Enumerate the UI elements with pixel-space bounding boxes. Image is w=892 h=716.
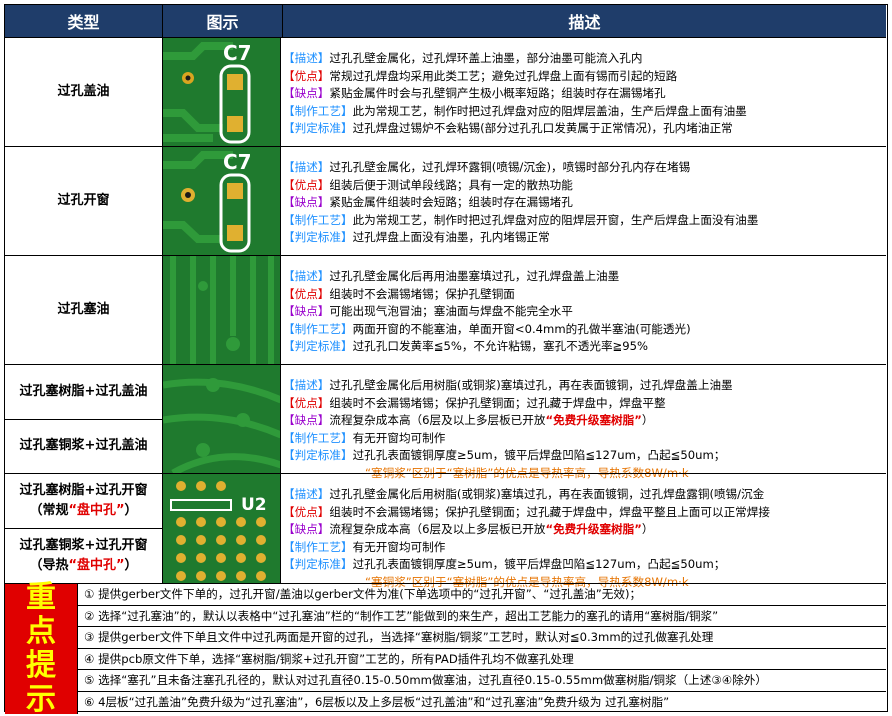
pcb-image-plug-oil (163, 256, 281, 364)
row-via-plug-oil: 过孔塞油 【描述】过孔孔壁金属化后再用油墨塞填过孔，过孔焊盘盖上油墨 【优点】组… (5, 255, 886, 364)
desc-via-plug-oil: 【描述】过孔孔壁金属化后再用油墨塞填过孔，过孔焊盘盖上油墨 【优点】组装时不会漏… (283, 269, 691, 353)
desc-via-open: 【描述】过孔孔壁金属化，过孔焊环露铜(喷锡/沉金)，喷锡时部分孔内存在堵锡 【优… (283, 160, 759, 244)
row-resin-tented: 过孔塞树脂+过孔盖油 过孔塞铜浆+过孔盖油 【描述】过孔孔壁金属化后用树脂(或铜… (5, 364, 886, 480)
smd-pad (227, 183, 243, 199)
silk-label: C7 (223, 41, 252, 65)
row-resin-open: 过孔塞树脂+过孔开窗 （常规“盘中孔”） 过孔塞铜浆+过孔开窗 （导热“盘中孔”… (5, 473, 886, 589)
note-line: ⑤ 选择“塞孔”且未备注塞孔孔径的，默认对过孔直径0.15-0.50mm做塞油，… (78, 670, 886, 692)
smd-pad (227, 225, 243, 241)
type-via-plug-oil: 过孔塞油 (5, 256, 163, 364)
row-via-open: 过孔开窗 C7 【描述】过孔孔壁金属化，过孔焊环露铜(喷锡/沉金)，喷锡时部分孔… (5, 146, 886, 255)
note-line: ④ 提供pcb原文件下单，选择“塞树脂/铜浆+过孔开窗”工艺的，所有PAD插件孔… (78, 649, 886, 671)
silk-label: C7 (223, 150, 252, 174)
silk-label: U2 (241, 495, 267, 515)
note-line: ③ 提供gerber文件下单且文件中过孔两面是开窗的过孔，当选择“塞树脂/铜浆”… (78, 627, 886, 649)
smd-pad (227, 74, 243, 90)
header-type: 类型 (5, 5, 163, 37)
row-via-tented: 过孔盖油 C7 【描述】过孔孔壁金属化，过孔焊环盖上油墨，部分油墨可能流入孔内 … (5, 37, 886, 146)
key-notes-label: 重 点 提 示 (5, 581, 78, 716)
note-line: ② 选择“过孔塞油”的，默认以表格中“过孔塞油”栏的“制作工艺”能做到的来生产，… (78, 606, 886, 628)
pcb-image-resin-open: U2 (163, 474, 281, 583)
header-image: 图示 (163, 5, 283, 37)
pcb-image-tented: C7 (163, 38, 281, 146)
desc-resin-tented: 【描述】过孔孔壁金属化后用树脂(或铜浆)塞填过孔，再在表面镀铜，过孔焊盘盖上油墨… (283, 378, 733, 480)
note-line: ⑥ 4层板“过孔盖油”免费升级为“过孔塞油”，6层板以及上多层板“过孔盖油”和“… (84, 695, 670, 709)
pcb-image-open: C7 (163, 147, 281, 255)
type-copper-open: 过孔塞铜浆+过孔开窗 （导热“盘中孔”） (5, 528, 163, 583)
process-table: 类型 图示 描述 过孔盖油 C7 【描述】过孔孔壁金属化，过孔焊环盖上油墨，部分… (4, 4, 888, 716)
desc-via-tented: 【描述】过孔孔壁金属化，过孔焊环盖上油墨，部分油墨可能流入孔内 【优点】常规过孔… (283, 51, 747, 135)
type-via-open: 过孔开窗 (5, 147, 163, 255)
type-resin-open: 过孔塞树脂+过孔开窗 （常规“盘中孔”） (5, 474, 163, 528)
type-via-tented: 过孔盖油 (5, 38, 163, 146)
pcb-image-resin-tented (163, 365, 281, 473)
type-copper-tented: 过孔塞铜浆+过孔盖油 (5, 419, 163, 473)
type-resin-tented: 过孔塞树脂+过孔盖油 (5, 365, 163, 419)
header-desc: 描述 (283, 5, 886, 37)
key-notes: 重 点 提 示 ① 提供gerber文件下单的，过孔开窗/盖油以gerber文件… (5, 581, 886, 716)
note-line: ① 提供gerber文件下单的，过孔开窗/盖油以gerber文件为准(下单选项中… (78, 584, 886, 606)
desc-resin-open: 【描述】过孔孔壁金属化后用树脂(或铜浆)塞填过孔，再在表面镀铜，过孔焊盘露铜(喷… (283, 487, 770, 589)
smd-pad (227, 116, 243, 132)
